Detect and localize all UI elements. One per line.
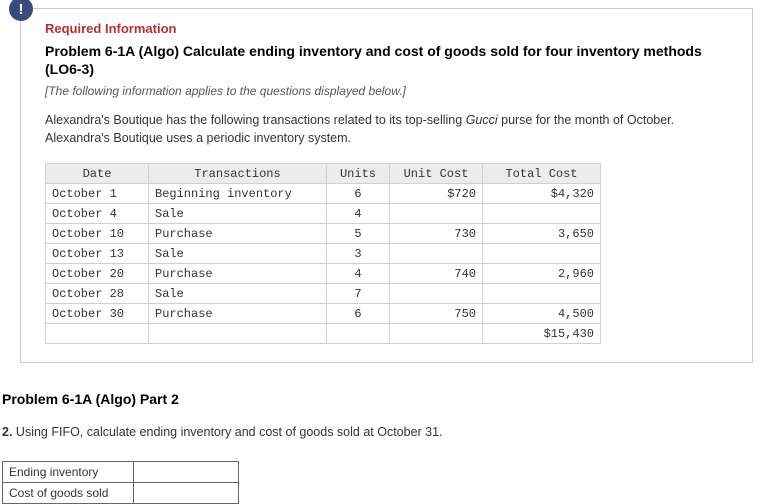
cell-cost: [390, 204, 483, 224]
cell-total: [483, 244, 601, 264]
cell-units: 4: [327, 204, 390, 224]
cell-cost: $720: [390, 184, 483, 204]
cell-trans: Purchase: [149, 224, 327, 244]
cell-date: October 28: [46, 284, 149, 304]
cell-date: October 4: [46, 204, 149, 224]
cell-units: 7: [327, 284, 390, 304]
cell-total: [483, 204, 601, 224]
input-cogs[interactable]: [134, 483, 239, 504]
part-title: Problem 6-1A (Algo) Part 2: [2, 391, 761, 407]
cell-units: 3: [327, 244, 390, 264]
label-cogs: Cost of goods sold: [3, 483, 134, 504]
table-header-row: Date Transactions Units Unit Cost Total …: [46, 164, 601, 184]
cell-trans: Purchase: [149, 304, 327, 324]
cell-trans: Sale: [149, 204, 327, 224]
para-pre: Alexandra's Boutique has the following t…: [45, 113, 466, 127]
cell-trans: Sale: [149, 284, 327, 304]
table-row: October 28 Sale 7: [46, 284, 601, 304]
cell-date: October 13: [46, 244, 149, 264]
problem-title: Problem 6-1A (Algo) Calculate ending inv…: [45, 42, 728, 78]
header-transactions: Transactions: [149, 164, 327, 184]
cell-total: [483, 284, 601, 304]
answer-table: Ending inventory Cost of goods sold: [2, 461, 239, 504]
header-date: Date: [46, 164, 149, 184]
table-row: October 20 Purchase 4 740 2,960: [46, 264, 601, 284]
info-card: ! Required Information Problem 6-1A (Alg…: [20, 8, 753, 363]
cell-units: 4: [327, 264, 390, 284]
header-total-cost: Total Cost: [483, 164, 601, 184]
cell-units: 6: [327, 184, 390, 204]
alert-icon: !: [9, 0, 33, 21]
question-number: 2.: [2, 425, 12, 439]
cell-trans: Beginning inventory: [149, 184, 327, 204]
required-label: Required Information: [45, 21, 728, 36]
subtitle: [The following information applies to th…: [45, 84, 728, 98]
table-row: October 30 Purchase 6 750 4,500: [46, 304, 601, 324]
cell-cost: [390, 244, 483, 264]
cell-grand-total: $15,430: [483, 324, 601, 344]
table-total-row: $15,430: [46, 324, 601, 344]
cell-total: 3,650: [483, 224, 601, 244]
cell-trans: Purchase: [149, 264, 327, 284]
cell-date: October 30: [46, 304, 149, 324]
label-ending-inventory: Ending inventory: [3, 462, 134, 483]
cell-total: $4,320: [483, 184, 601, 204]
table-row: October 4 Sale 4: [46, 204, 601, 224]
paragraph: Alexandra's Boutique has the following t…: [45, 112, 728, 147]
cell-date: October 20: [46, 264, 149, 284]
answer-row-cogs: Cost of goods sold: [3, 483, 239, 504]
cell-cost: 750: [390, 304, 483, 324]
cell-date: October 10: [46, 224, 149, 244]
question-text: Using FIFO, calculate ending inventory a…: [12, 425, 442, 439]
para-italic: Gucci: [466, 113, 498, 127]
table-row: October 10 Purchase 5 730 3,650: [46, 224, 601, 244]
header-units: Units: [327, 164, 390, 184]
header-unit-cost: Unit Cost: [390, 164, 483, 184]
cell-trans: Sale: [149, 244, 327, 264]
cell-date: October 1: [46, 184, 149, 204]
cell-total: 2,960: [483, 264, 601, 284]
cell-cost: 730: [390, 224, 483, 244]
cell-units: 5: [327, 224, 390, 244]
cell-cost: 740: [390, 264, 483, 284]
cell-units: 6: [327, 304, 390, 324]
table-row: October 1 Beginning inventory 6 $720 $4,…: [46, 184, 601, 204]
question: 2. Using FIFO, calculate ending inventor…: [2, 425, 761, 439]
table-row: October 13 Sale 3: [46, 244, 601, 264]
transactions-table: Date Transactions Units Unit Cost Total …: [45, 163, 601, 344]
cell-total: 4,500: [483, 304, 601, 324]
cell-cost: [390, 284, 483, 304]
input-ending-inventory[interactable]: [134, 462, 239, 483]
answer-row-ei: Ending inventory: [3, 462, 239, 483]
